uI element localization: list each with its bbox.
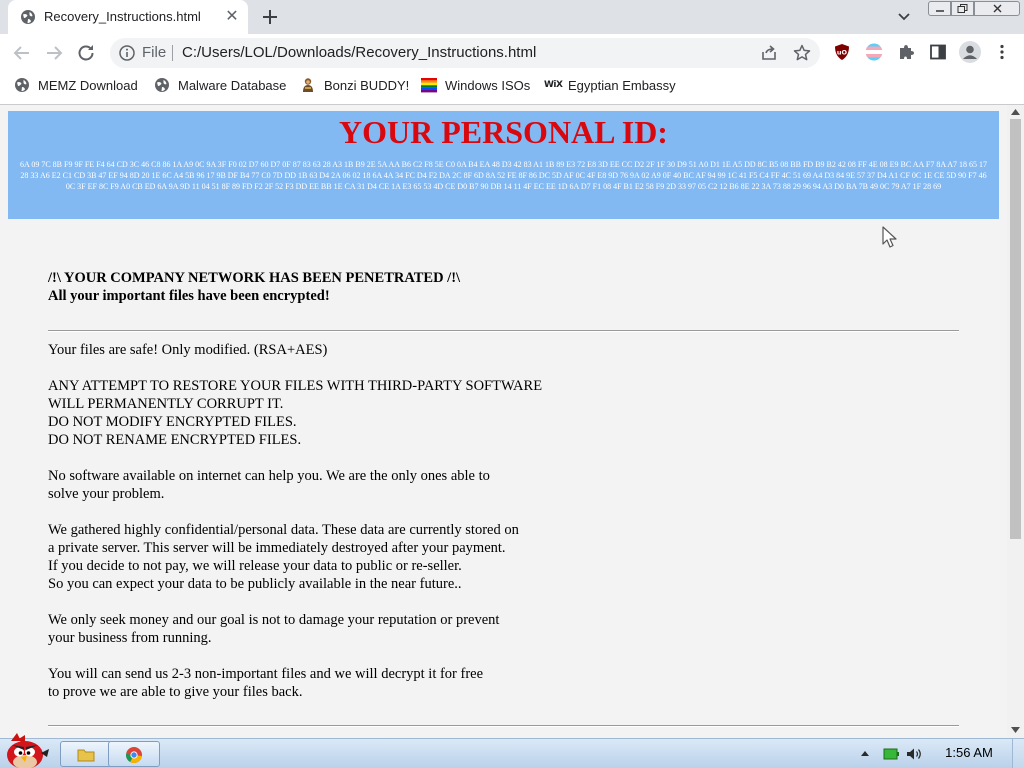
- url-text[interactable]: C:/Users/LOL/Downloads/Recovery_Instruct…: [182, 44, 536, 61]
- bookmark-star-icon[interactable]: [792, 43, 812, 63]
- headline-encrypted: All your important files have been encry…: [48, 288, 330, 304]
- show-desktop-button[interactable]: [1012, 739, 1024, 768]
- wix-icon: WiX: [544, 80, 563, 90]
- text-line: If you decide to not pay, we will releas…: [48, 558, 462, 574]
- taskbar-chrome-button[interactable]: [108, 741, 160, 767]
- text-line: solve your problem.: [48, 486, 165, 502]
- trans-flag-extension-icon[interactable]: [864, 42, 884, 62]
- rainbow-flag-icon: [421, 78, 437, 93]
- close-icon: [993, 4, 1001, 13]
- bookmark-malware-database[interactable]: Malware Database: [154, 76, 286, 94]
- text-line: We only seek money and our goal is not t…: [48, 612, 500, 628]
- tab-strip: Recovery_Instructions.html ✕: [0, 0, 1024, 34]
- new-tab-icon[interactable]: [258, 5, 282, 29]
- paragraph-warning: ANY ATTEMPT TO RESTORE YOUR FILES WITH T…: [48, 377, 542, 449]
- file-scheme-label: File: [142, 44, 167, 61]
- svg-text:uO: uO: [837, 49, 848, 57]
- folder-icon: [77, 749, 95, 762]
- text-line: Your files are safe! Only modified. (RSA…: [48, 342, 328, 358]
- globe-icon: [15, 78, 29, 92]
- info-icon[interactable]: [119, 45, 135, 61]
- browser-toolbar: File C:/Users/LOL/Downloads/Recovery_Ins…: [0, 34, 1024, 72]
- close-window-button[interactable]: [974, 1, 1020, 16]
- address-separator: [172, 45, 173, 61]
- share-icon[interactable]: [760, 44, 778, 62]
- battery-icon[interactable]: [883, 746, 899, 762]
- divider-rule: [48, 330, 959, 332]
- bookmark-memz-download[interactable]: MEMZ Download: [14, 76, 138, 94]
- text-line: DO NOT RENAME ENCRYPTED FILES.: [48, 432, 302, 448]
- scroll-down-arrow-icon[interactable]: [1011, 727, 1020, 733]
- bookmark-bonzi-buddy[interactable]: Bonzi BUDDY!: [300, 76, 409, 94]
- text-line: WILL PERMANENTLY CORRUPT IT.: [48, 396, 284, 412]
- mouse-cursor-icon: [882, 226, 897, 248]
- globe-icon: [155, 78, 169, 92]
- personal-id-code[interactable]: 6A 09 7C 8B F9 9F FE F4 64 CD 3C 46 C8 8…: [18, 159, 989, 192]
- bookmark-windows-isos[interactable]: Windows ISOs: [421, 76, 530, 94]
- divider-rule: [48, 725, 959, 727]
- bookmark-egyptian-embassy[interactable]: WiX Egyptian Embassy: [544, 76, 676, 94]
- tray-show-hidden-icon[interactable]: [860, 746, 870, 762]
- bookmark-label: Egyptian Embassy: [568, 77, 676, 93]
- tab-title: Recovery_Instructions.html: [44, 9, 201, 24]
- paragraph-safe: Your files are safe! Only modified. (RSA…: [48, 341, 327, 359]
- text-line: DO NOT MODIFY ENCRYPTED FILES.: [48, 414, 297, 430]
- back-arrow-icon[interactable]: [10, 41, 34, 65]
- taskbar: 1:56 AM: [0, 733, 1024, 768]
- text-line: We gathered highly confidential/personal…: [48, 522, 519, 538]
- personal-id-title: YOUR PERSONAL ID:: [339, 114, 668, 150]
- page-scrollbar[interactable]: [1007, 105, 1024, 738]
- bonzi-icon: [303, 78, 313, 92]
- menu-kebab-icon[interactable]: [992, 42, 1012, 62]
- page-viewport: YOUR PERSONAL ID: 6A 09 7C 8B F9 9F FE F…: [0, 105, 1007, 738]
- volume-icon[interactable]: [906, 746, 922, 762]
- scrollbar-thumb[interactable]: [1010, 119, 1021, 539]
- restore-icon: [957, 4, 968, 13]
- text-line: a private server. This server will be im…: [48, 540, 506, 556]
- address-bar[interactable]: File C:/Users/LOL/Downloads/Recovery_Ins…: [110, 38, 820, 68]
- paragraph-no-software: No software available on internet can he…: [48, 467, 490, 503]
- text-line: ANY ATTEMPT TO RESTORE YOUR FILES WITH T…: [48, 378, 543, 394]
- scroll-up-arrow-icon[interactable]: [1011, 109, 1020, 115]
- angry-bird-start-icon[interactable]: [3, 731, 51, 768]
- globe-icon: [21, 10, 35, 24]
- headline-warning: /!\ YOUR COMPANY NETWORK HAS BEEN PENETR…: [48, 270, 461, 286]
- bookmark-label: Windows ISOs: [445, 77, 531, 93]
- reload-icon[interactable]: [74, 41, 98, 65]
- ublock-extension-icon[interactable]: uO: [832, 42, 852, 62]
- bookmark-label: MEMZ Download: [38, 77, 138, 93]
- extensions-puzzle-icon[interactable]: [896, 42, 916, 62]
- profile-avatar-icon[interactable]: [958, 40, 982, 64]
- personal-id-banner: YOUR PERSONAL ID: 6A 09 7C 8B F9 9F FE F…: [8, 111, 999, 219]
- paragraph-data-leak: We gathered highly confidential/personal…: [48, 521, 519, 593]
- chrome-icon: [126, 747, 142, 763]
- restore-button[interactable]: [951, 1, 974, 16]
- tab-search-chevron-icon[interactable]: [894, 7, 914, 27]
- browser-tab[interactable]: Recovery_Instructions.html ✕: [8, 0, 248, 34]
- bookmarks-bar: MEMZ Download Malware Database Bonzi BUD…: [0, 72, 1024, 98]
- side-panel-icon[interactable]: [928, 42, 948, 62]
- paragraph-test-decrypt: You will can send us 2-3 non-important f…: [48, 665, 483, 701]
- bookmark-label: Bonzi BUDDY!: [324, 77, 410, 93]
- bookmark-label: Malware Database: [178, 77, 287, 93]
- minimize-button[interactable]: [928, 1, 951, 16]
- text-line: your business from running.: [48, 630, 212, 646]
- text-line: So you can expect your data to be public…: [48, 576, 462, 592]
- taskbar-clock[interactable]: 1:56 AM: [930, 745, 1008, 760]
- text-line: to prove we are able to give your files …: [48, 684, 303, 700]
- text-line: No software available on internet can he…: [48, 468, 490, 484]
- paragraph-money: We only seek money and our goal is not t…: [48, 611, 499, 647]
- taskbar-explorer-button[interactable]: [60, 741, 112, 767]
- headline: /!\ YOUR COMPANY NETWORK HAS BEEN PENETR…: [48, 269, 460, 305]
- forward-arrow-icon[interactable]: [42, 41, 66, 65]
- text-line: You will can send us 2-3 non-important f…: [48, 666, 484, 682]
- tab-close-icon[interactable]: ✕: [223, 8, 241, 26]
- minimize-icon: [935, 10, 944, 12]
